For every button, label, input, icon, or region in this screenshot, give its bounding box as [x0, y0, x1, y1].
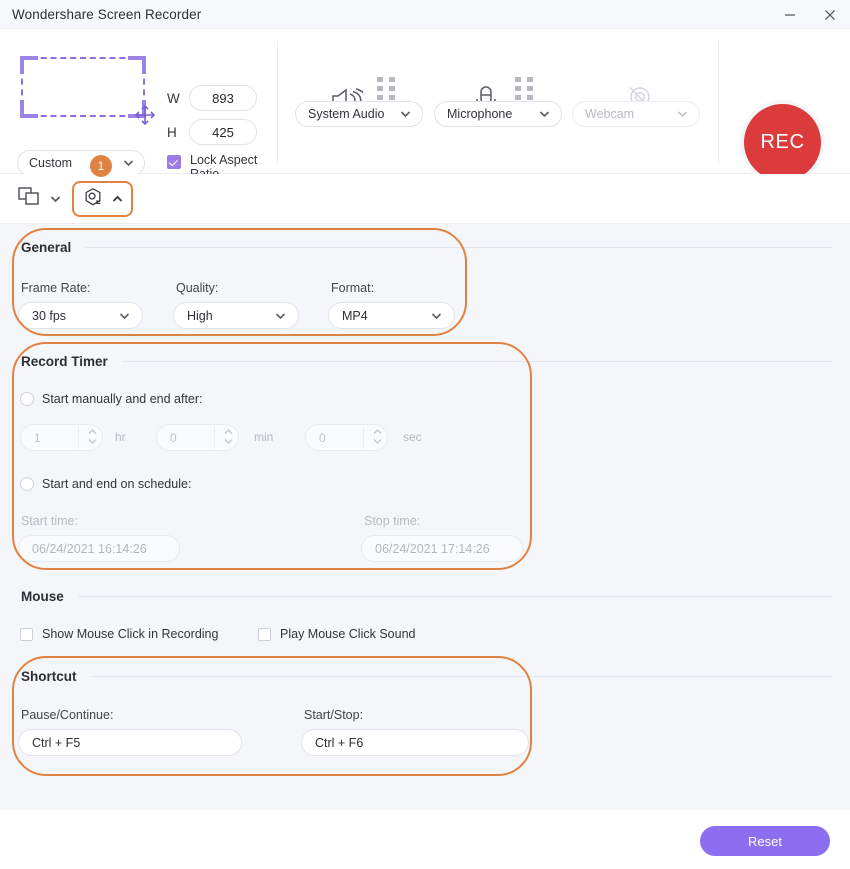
quality-select[interactable]: High — [173, 302, 299, 329]
hours-stepper[interactable]: 1 — [20, 424, 103, 451]
width-row: W 893 — [167, 85, 257, 111]
pause-continue-label: Pause/Continue: — [21, 708, 114, 722]
screen-window-tool[interactable] — [18, 184, 61, 214]
start-time-input[interactable]: 06/24/2021 16:14:26 — [18, 535, 180, 562]
show-mouse-click-checkbox[interactable] — [20, 628, 33, 641]
microphone-value: Microphone — [447, 107, 513, 121]
step-badge-1: 1 — [90, 155, 112, 177]
general-section-header: General — [21, 240, 833, 255]
show-mouse-click-label: Show Mouse Click in Recording — [42, 627, 219, 641]
chevron-down-icon — [431, 307, 442, 325]
settings-panel: General Frame Rate: 30 fps Quality: High… — [0, 224, 850, 810]
start-time-value: 06/24/2021 16:14:26 — [32, 541, 147, 556]
header-divider-1 — [277, 41, 278, 163]
stepper-arrows — [224, 429, 233, 444]
capture-preset-value: Custom — [29, 156, 73, 170]
settings-gear-icon — [83, 187, 103, 212]
general-heading: General — [21, 240, 72, 255]
stop-time-label: Stop time: — [364, 514, 421, 528]
stop-time-input[interactable]: 06/24/2021 17:14:26 — [361, 535, 523, 562]
mouse-section-header: Mouse — [21, 589, 833, 604]
height-label: H — [167, 124, 177, 140]
radio-start-on-schedule[interactable] — [20, 477, 34, 491]
minutes-unit: min — [254, 430, 274, 444]
chevron-down-icon — [677, 105, 688, 123]
height-row: H 425 — [167, 119, 257, 145]
record-button[interactable]: REC — [740, 100, 825, 185]
section-rule — [121, 361, 833, 362]
minutes-stepper[interactable]: 0 — [156, 424, 239, 451]
width-input[interactable]: 893 — [189, 85, 257, 111]
mouse-heading: Mouse — [21, 589, 64, 604]
seconds-value: 0 — [319, 430, 326, 445]
pause-continue-input[interactable]: Ctrl + F5 — [18, 729, 242, 756]
record-timer-section-header: Record Timer — [21, 354, 833, 369]
quality-value: High — [187, 308, 213, 323]
window-title: Wondershare Screen Recorder — [12, 6, 202, 22]
footer-bar: Reset — [0, 810, 850, 869]
height-input[interactable]: 425 — [189, 119, 257, 145]
close-icon[interactable] — [810, 0, 850, 29]
settings-tool-button[interactable] — [72, 181, 133, 217]
chevron-up-icon — [112, 190, 123, 208]
screen-window-icon — [18, 186, 40, 212]
shortcut-section-header: Shortcut — [21, 669, 833, 684]
system-audio-select[interactable]: System Audio — [295, 101, 423, 127]
format-label: Format: — [331, 281, 375, 295]
play-click-sound-checkbox[interactable] — [258, 628, 271, 641]
microphone-select[interactable]: Microphone — [434, 101, 562, 127]
start-stop-value: Ctrl + F6 — [315, 735, 364, 750]
pause-continue-value: Ctrl + F5 — [32, 735, 81, 750]
quality-label: Quality: — [176, 281, 219, 295]
chevron-down-icon — [123, 154, 134, 172]
title-bar: Wondershare Screen Recorder — [0, 0, 850, 29]
seconds-unit: sec — [403, 430, 422, 444]
minimize-button[interactable] — [770, 0, 810, 29]
start-stop-input[interactable]: Ctrl + F6 — [301, 729, 529, 756]
stepper-arrows — [88, 429, 97, 444]
start-time-label: Start time: — [21, 514, 78, 528]
chevron-down-icon — [539, 105, 550, 123]
radio-start-manually[interactable] — [20, 392, 34, 406]
screen-recorder-window: Wondershare Screen Recorder Custom W 893… — [0, 0, 850, 869]
start-manually-label: Start manually and end after: — [42, 392, 203, 406]
section-rule — [90, 676, 833, 677]
capture-header: Custom W 893 H 425 Lock Aspect Ratio — [0, 29, 850, 185]
format-select[interactable]: MP4 — [328, 302, 455, 329]
chevron-down-icon — [275, 307, 286, 325]
start-stop-label: Start/Stop: — [304, 708, 364, 722]
webcam-select[interactable]: Webcam — [572, 101, 700, 127]
header-divider-2 — [718, 41, 719, 163]
chevron-down-icon — [400, 105, 411, 123]
minutes-value: 0 — [170, 430, 177, 445]
format-value: MP4 — [342, 308, 368, 323]
start-on-schedule-label: Start and end on schedule: — [42, 477, 192, 491]
window-controls — [770, 0, 850, 29]
chevron-down-icon — [119, 307, 130, 325]
capture-region-icon[interactable] — [20, 56, 156, 126]
shortcut-heading: Shortcut — [21, 669, 77, 684]
checkbox-box — [167, 155, 181, 169]
seconds-stepper[interactable]: 0 — [305, 424, 388, 451]
system-audio-value: System Audio — [308, 107, 385, 121]
capture-preset-select[interactable]: Custom — [17, 150, 145, 176]
reset-button[interactable]: Reset — [700, 826, 830, 856]
record-timer-heading: Record Timer — [21, 354, 108, 369]
width-label: W — [167, 90, 180, 106]
move-cursor-icon — [133, 103, 157, 127]
frame-rate-value: 30 fps — [32, 308, 67, 323]
section-rule — [85, 247, 833, 248]
frame-rate-select[interactable]: 30 fps — [18, 302, 143, 329]
chevron-down-icon — [50, 190, 61, 208]
hours-value: 1 — [34, 430, 41, 445]
tool-strip — [0, 174, 850, 224]
stepper-arrows — [373, 429, 382, 444]
stop-time-value: 06/24/2021 17:14:26 — [375, 541, 490, 556]
frame-rate-label: Frame Rate: — [21, 281, 91, 295]
hours-unit: hr — [115, 430, 126, 444]
webcam-value: Webcam — [585, 107, 635, 121]
play-click-sound-label: Play Mouse Click Sound — [280, 627, 416, 641]
section-rule — [77, 596, 833, 597]
